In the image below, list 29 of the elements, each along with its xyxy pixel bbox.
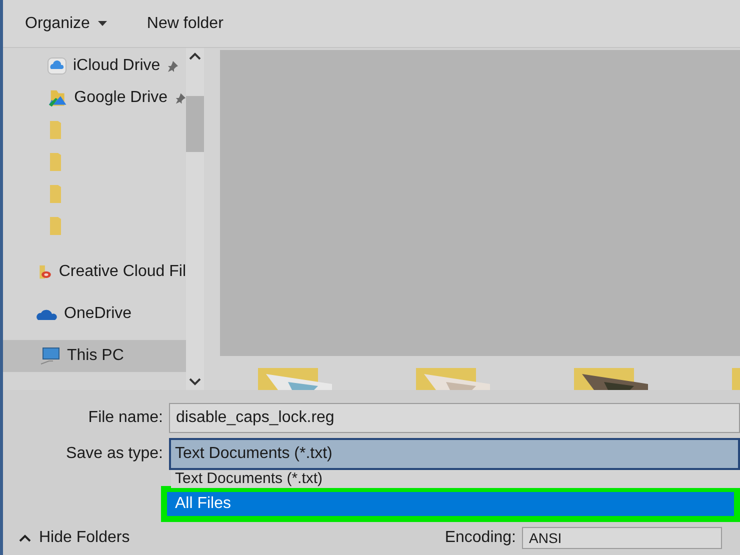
field-label: Encoding: [444, 528, 516, 548]
folder-icon [49, 120, 63, 140]
folder-icon [49, 216, 63, 236]
field-label: File name: [87, 408, 163, 428]
new-folder-button[interactable]: New folder [146, 12, 224, 36]
file-name-field[interactable]: disable_caps_lock.reg [169, 403, 740, 433]
encoding-dropdown[interactable]: ANSI [522, 527, 722, 549]
nav-item[interactable]: This PC [3, 340, 186, 372]
dropdown-option[interactable]: Text Documents (*.txt) [171, 470, 740, 488]
save-as-type-dropdown[interactable]: Text Documents (*.txt) [169, 438, 740, 470]
nav-item[interactable]: Google Drive [3, 82, 186, 114]
organize-menu[interactable]: Organize [25, 12, 90, 36]
hide-folders-button[interactable]: Hide Folders [3, 526, 130, 550]
caret-icon [98, 20, 107, 26]
scroll-thumb[interactable] [186, 96, 204, 152]
folder-icon [49, 152, 63, 172]
computer-icon [39, 346, 61, 366]
nav-item[interactable]: OneDrive [3, 298, 186, 330]
dropdown-option[interactable]: All Files [161, 486, 740, 522]
scroll-down-icon[interactable] [189, 378, 201, 386]
folder-icon [47, 88, 68, 108]
caret-icon [19, 534, 31, 542]
scrollbar[interactable] [186, 48, 204, 390]
nav-item[interactable]: Creative Cloud Fil [3, 256, 186, 288]
field-label: Save as type: [65, 444, 163, 464]
nav-item[interactable]: iCloud Drive [3, 50, 186, 82]
cloud-icon [47, 57, 67, 75]
folder-icon [49, 184, 63, 204]
scroll-up-icon[interactable] [189, 52, 201, 60]
